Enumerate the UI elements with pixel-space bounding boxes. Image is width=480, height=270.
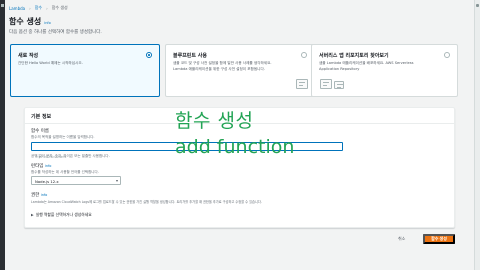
permissions-info-link[interactable]: info xyxy=(41,193,48,197)
page-title: 함수 생성 info xyxy=(9,16,51,27)
blueprint-illustration-icon xyxy=(296,79,308,89)
option-radio[interactable] xyxy=(444,52,450,58)
breadcrumb-lambda[interactable]: Lambda xyxy=(9,6,25,11)
caret-right-icon: ▶ xyxy=(31,213,34,217)
title-info-link[interactable]: info xyxy=(44,21,51,25)
runtime-label: 런타임 info xyxy=(31,163,51,169)
chevron-down-icon: ▾ xyxy=(115,178,118,183)
repo-illustration-icon xyxy=(320,79,332,89)
permissions-label: 권한 info xyxy=(31,192,47,198)
runtime-value: Node.js 12.x xyxy=(35,179,59,184)
option-desc: 샘플 코드 및 구성 사전 설정을 함께 일반 사용 사례를 생각하세요. La… xyxy=(173,61,272,71)
overlay-caption-korean: 함수 생성 xyxy=(175,110,254,132)
runtime-label-text: 런타임 xyxy=(31,164,44,169)
option-title: 새로 작성 xyxy=(18,53,39,59)
option-title: 서버리스 앱 리포지토리 찾아보기 xyxy=(319,53,389,59)
permissions-description: Lambda는 Amazon CloudWatch Logs에 로그를 업로드할… xyxy=(31,200,262,204)
page-description: 다음 옵션 중 하나를 선택하여 함수를 생성합니다. xyxy=(9,30,102,35)
function-name-hint: 함수의 목적을 설명하는 이름을 입력합니다. xyxy=(31,135,95,139)
option-use-blueprint[interactable]: 블루프린트 사용 샘플 코드 및 구성 사전 설정을 함께 일반 사용 사례를 … xyxy=(165,44,315,97)
page-title-text: 함수 생성 xyxy=(9,17,42,26)
right-help-panel[interactable] xyxy=(474,0,480,270)
left-nav-collapsed[interactable] xyxy=(0,0,5,270)
overlay-caption-english: add function xyxy=(175,136,295,158)
option-author-from-scratch[interactable]: 새로 작성 간단한 Hello World 예제는 시작하십시오. xyxy=(10,44,160,97)
option-desc: 간단한 Hello World 예제는 시작하십시오. xyxy=(18,61,83,65)
runtime-hint: 함수를 작성하는 데 사용할 언어를 선택합니다. xyxy=(31,170,99,174)
option-serverless-repo[interactable]: 서버리스 앱 리포지토리 찾아보기 샘플 Lambda 애플리케이션을 배포하세… xyxy=(311,44,458,97)
cancel-button[interactable]: 취소 xyxy=(394,234,409,244)
option-radio[interactable] xyxy=(301,52,307,58)
breadcrumb-functions[interactable]: 함수 xyxy=(35,5,42,11)
expand-nav-icon[interactable] xyxy=(1,4,4,7)
option-desc: 샘플 Lambda 애플리케이션을 배포하세요. AWS Serverless … xyxy=(319,61,414,71)
info-panel-icon[interactable] xyxy=(476,4,479,7)
create-function-button[interactable]: 함수 생성 xyxy=(423,234,455,244)
breadcrumb: Lambda › 함수 › 함수 생성 xyxy=(9,4,68,12)
permissions-label-text: 권한 xyxy=(31,193,40,198)
breadcrumb-current: 함수 생성 xyxy=(51,5,68,10)
expander-label: 실행 역할을 선택하거나 생성하세요 xyxy=(35,212,92,217)
lambda-create-function-page: Lambda › 함수 › 함수 생성 함수 생성 info 다음 옵션 중 하… xyxy=(0,0,480,270)
panel-heading: 기본 정보 xyxy=(31,114,52,120)
chevron-right-icon: › xyxy=(46,5,48,11)
option-title: 블루프린트 사용 xyxy=(173,53,207,59)
execution-role-expander[interactable]: ▶ 실행 역할을 선택하거나 생성하세요 xyxy=(31,212,92,218)
function-name-rule: 공백 없이 문자, 숫자, 하이픈 또는 밑줄만 사용합니다. xyxy=(31,154,110,158)
chevron-right-icon: › xyxy=(29,5,31,11)
option-radio[interactable] xyxy=(146,52,152,58)
repo-illustration-icon xyxy=(334,81,344,89)
runtime-select[interactable]: Node.js 12.x ▾ xyxy=(31,176,121,185)
function-name-label: 함수 이름 xyxy=(31,129,49,134)
runtime-info-link[interactable]: info xyxy=(45,164,52,168)
